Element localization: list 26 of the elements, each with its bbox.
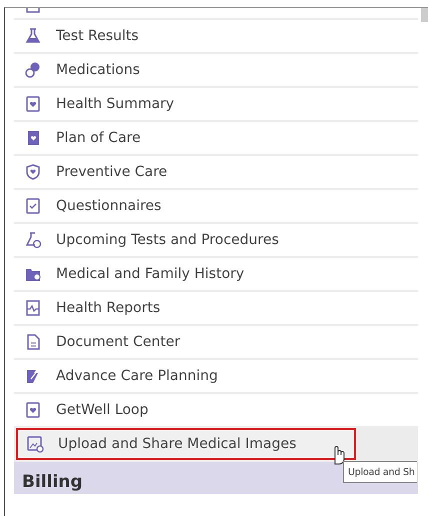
menu-item[interactable]: Upload and Share Medical Images	[16, 428, 356, 460]
menu-icon	[24, 163, 42, 181]
scrollbar-thumb[interactable]	[421, 8, 428, 22]
menu-item[interactable]: Questionnaires	[14, 190, 418, 222]
menu-icon	[24, 27, 42, 45]
section-title: Billing	[22, 472, 83, 492]
menu-icon	[24, 197, 42, 215]
menu-item[interactable]: Upcoming Tests and Procedures	[14, 224, 418, 256]
menu-icon	[24, 95, 42, 113]
menu-item[interactable]: Preventive Care	[14, 156, 418, 188]
menu-item[interactable]: Medications	[14, 54, 418, 86]
menu-item[interactable]: GetWell Loop	[14, 394, 418, 426]
menu-item[interactable]: Health Summary	[14, 88, 418, 120]
menu-icon	[24, 299, 42, 317]
menu-item[interactable]: Test Results	[14, 20, 418, 52]
menu-icon	[26, 435, 44, 453]
menu-item[interactable]: Advance Care Planning	[14, 360, 418, 392]
menu-item[interactable]: Plan of Care	[14, 122, 418, 154]
menu-item[interactable]: Health Reports	[14, 292, 418, 324]
menu-icon	[24, 231, 42, 249]
menu-item[interactable]: Document Center	[14, 326, 418, 358]
clipboard-icon	[24, 8, 42, 14]
tooltip: Upload and Sh	[343, 461, 417, 483]
menu-item[interactable]: Medical and Family History	[14, 258, 418, 290]
menu-icon	[24, 61, 42, 79]
menu-icon	[24, 401, 42, 419]
